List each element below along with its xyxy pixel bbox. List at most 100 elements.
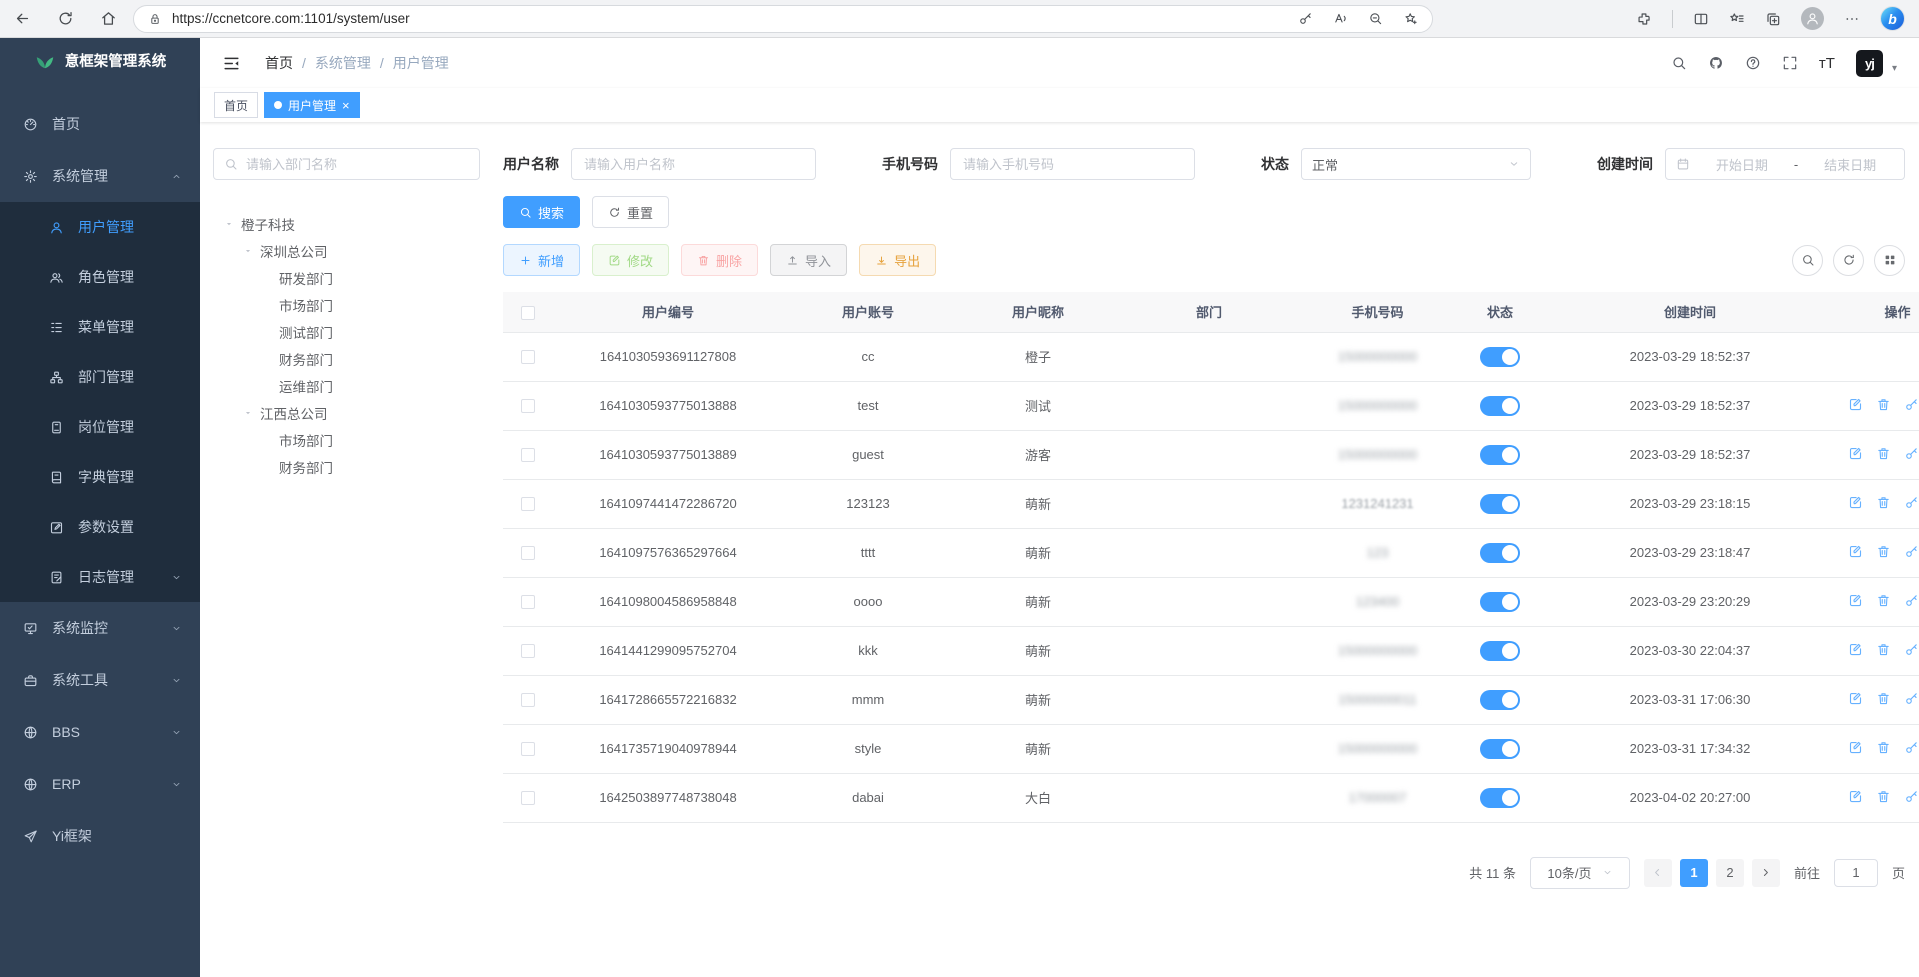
sidebar-menu-item[interactable]: BBS [0,706,200,758]
pencil-square-icon[interactable] [1848,740,1863,755]
sidebar-menu-item[interactable]: 岗位管理 [0,402,200,452]
reset-button[interactable]: 重置 [592,196,669,228]
add-favorite-icon[interactable] [1403,11,1418,26]
sidebar-menu-item[interactable]: 用户管理 [0,202,200,252]
user-avatar[interactable]: yj [1856,50,1883,77]
browser-back-icon[interactable] [14,10,31,27]
browser-url-bar[interactable]: https://ccnetcore.com:1101/system/user [133,5,1433,33]
trash-icon[interactable] [1876,740,1891,755]
pencil-square-icon[interactable] [1848,691,1863,706]
sidebar-menu-item[interactable]: ERP [0,758,200,810]
key-icon[interactable] [1904,691,1919,706]
tree-expand-caret-icon[interactable] [242,408,254,418]
more-dots-icon[interactable] [1844,11,1860,27]
password-key-icon[interactable] [1298,11,1313,26]
sidebar-menu-item[interactable]: 系统工具 [0,654,200,706]
sidebar-menu-item[interactable]: 系统管理 [0,150,200,202]
row-checkbox[interactable] [521,595,535,609]
sidebar-menu-item[interactable]: 参数设置 [0,502,200,552]
avatar-caret-icon[interactable]: ▾ [1892,63,1897,74]
extensions-puzzle-icon[interactable] [1636,11,1652,27]
tag-home[interactable]: 首页 [214,92,258,118]
trash-icon[interactable] [1876,544,1891,559]
export-button[interactable]: 导出 [859,244,936,276]
copilot-icon[interactable]: b [1880,6,1905,31]
trash-icon[interactable] [1876,446,1891,461]
breadcrumb-home[interactable]: 首页 [265,53,293,73]
trash-icon[interactable] [1876,495,1891,510]
page-2-button[interactable]: 2 [1716,859,1744,887]
key-icon[interactable] [1904,397,1919,412]
row-checkbox[interactable] [521,742,535,756]
pencil-square-icon[interactable] [1848,642,1863,657]
sidebar-menu-item[interactable]: 角色管理 [0,252,200,302]
trash-icon[interactable] [1876,397,1891,412]
sidebar-menu-item[interactable]: Yi框架 [0,810,200,862]
date-start-placeholder[interactable]: 开始日期 [1698,155,1786,174]
date-end-placeholder[interactable]: 结束日期 [1806,155,1894,174]
pencil-square-icon[interactable] [1848,789,1863,804]
import-button[interactable]: 导入 [770,244,847,276]
tree-node[interactable]: 市场部门 [213,426,480,453]
trash-icon[interactable] [1876,789,1891,804]
tree-node[interactable]: 测试部门 [213,318,480,345]
status-toggle[interactable] [1480,788,1520,808]
tree-node[interactable]: 财务部门 [213,453,480,480]
font-size-icon[interactable]: тT [1819,55,1835,72]
goto-page-input[interactable] [1834,859,1878,887]
row-checkbox[interactable] [521,693,535,707]
favorites-star-lines-icon[interactable] [1729,11,1745,27]
sidebar-menu-item[interactable]: 日志管理 [0,552,200,602]
dept-search-input[interactable] [213,148,480,180]
tag-close-icon[interactable]: × [342,99,350,112]
username-input[interactable] [571,148,816,180]
sidebar-menu-item[interactable]: 首页 [0,98,200,150]
add-button[interactable]: 新增 [503,244,580,276]
tree-node[interactable]: 运维部门 [213,372,480,399]
status-toggle[interactable] [1480,347,1520,367]
prev-page-button[interactable] [1644,859,1672,887]
sidebar-menu-item[interactable]: 字典管理 [0,452,200,502]
tree-node[interactable]: 橙子科技 [213,210,480,237]
page-1-button[interactable]: 1 [1680,859,1708,887]
browser-refresh-icon[interactable] [57,10,74,27]
delete-button[interactable]: 删除 [681,244,758,276]
status-toggle[interactable] [1480,543,1520,563]
show-search-toggle-button[interactable] [1792,245,1823,276]
tree-node[interactable]: 财务部门 [213,345,480,372]
tree-expand-caret-icon[interactable] [242,246,254,256]
refresh-table-button[interactable] [1833,245,1864,276]
header-search-icon[interactable] [1671,55,1687,71]
select-all-checkbox[interactable] [521,306,535,320]
sidebar-menu-item[interactable]: 菜单管理 [0,302,200,352]
row-checkbox[interactable] [521,644,535,658]
sidebar-menu-item[interactable]: 部门管理 [0,352,200,402]
phone-input[interactable] [950,148,1195,180]
status-toggle[interactable] [1480,739,1520,759]
pencil-square-icon[interactable] [1848,495,1863,510]
row-checkbox[interactable] [521,791,535,805]
search-button[interactable]: 搜索 [503,196,580,228]
help-icon[interactable] [1745,55,1761,71]
tag-user-management[interactable]: 用户管理 × [264,92,360,118]
page-size-select[interactable]: 10条/页 [1530,857,1630,889]
edit-button[interactable]: 修改 [592,244,669,276]
key-icon[interactable] [1904,495,1919,510]
status-toggle[interactable] [1480,494,1520,514]
trash-icon[interactable] [1876,691,1891,706]
status-toggle[interactable] [1480,592,1520,612]
fullscreen-icon[interactable] [1782,55,1798,71]
status-toggle[interactable] [1480,690,1520,710]
status-toggle[interactable] [1480,445,1520,465]
sidebar-menu-item[interactable]: 系统监控 [0,602,200,654]
tree-node[interactable]: 江西总公司 [213,399,480,426]
row-checkbox[interactable] [521,448,535,462]
tree-node[interactable]: 市场部门 [213,291,480,318]
pencil-square-icon[interactable] [1848,593,1863,608]
date-range-picker[interactable]: 开始日期 - 结束日期 [1665,148,1905,180]
key-icon[interactable] [1904,740,1919,755]
key-icon[interactable] [1904,593,1919,608]
sidebar-toggle-icon[interactable] [214,54,249,73]
browser-avatar[interactable] [1801,7,1824,30]
trash-icon[interactable] [1876,642,1891,657]
